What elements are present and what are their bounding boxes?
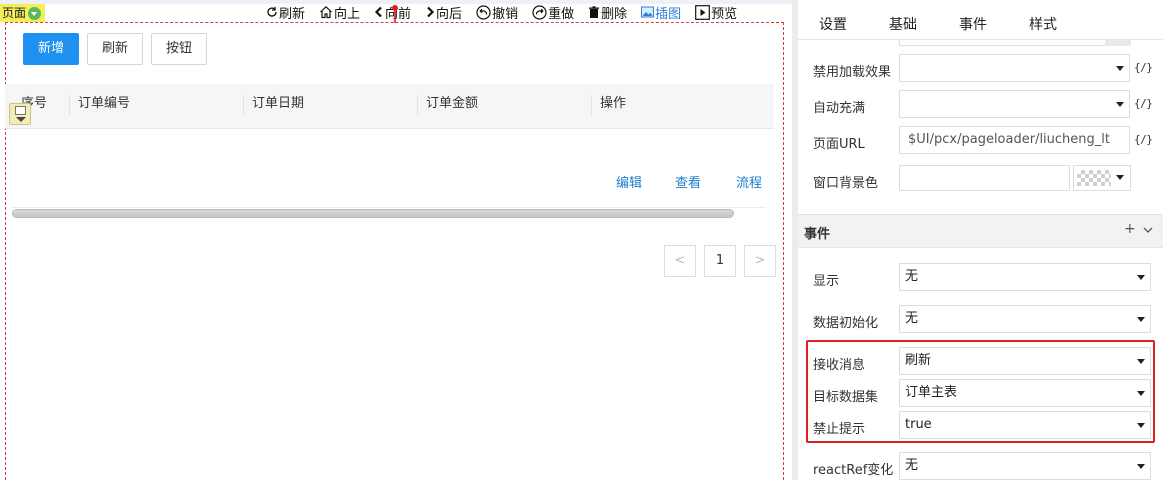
window-bg-input[interactable] xyxy=(899,165,1070,191)
toolbar-refresh-button[interactable]: 刷新 xyxy=(266,3,305,22)
horizontal-scrollbar[interactable] xyxy=(12,209,734,218)
auto-fill-label: 自动充满 xyxy=(813,101,866,116)
page-url-label: 页面URL xyxy=(813,137,865,152)
design-editor: 页面 刷新 向上 向前 向后 撤销 重做 删除 插图 预览 新增 刷新 按钮 序… xyxy=(0,0,792,480)
tab-basic[interactable]: 基础 xyxy=(889,14,917,34)
color-picker-button[interactable] xyxy=(1073,165,1131,191)
tab-style[interactable]: 样式 xyxy=(1029,14,1057,34)
event-show-label: 显示 xyxy=(813,274,840,289)
property-panel: 设置 基础 事件 样式 禁用加载效果 {/} 自动充满 {/} 页面URL $U… xyxy=(798,0,1163,480)
disable-loading-expression-button[interactable]: {/} xyxy=(1134,61,1153,74)
edit-link[interactable]: 编辑 xyxy=(616,172,642,191)
toolbar-preview-button[interactable]: 预览 xyxy=(695,3,737,22)
event-data-init-label: 数据初始化 xyxy=(813,316,879,331)
column-divider xyxy=(591,95,592,115)
panel-tabs: 设置 基础 事件 样式 xyxy=(798,0,1163,40)
component-handle-icon[interactable] xyxy=(9,103,31,125)
column-header-order-date[interactable]: 订单日期 xyxy=(252,84,304,129)
redo-icon xyxy=(532,4,547,20)
pager-next-button[interactable]: > xyxy=(744,245,776,277)
event-receive-message-label: 接收消息 xyxy=(813,358,866,373)
events-section-title: 事件 xyxy=(804,227,831,242)
toolbar-redo-button[interactable]: 重做 xyxy=(532,3,574,22)
refresh-icon xyxy=(267,7,277,17)
event-receive-message-select[interactable]: 刷新 xyxy=(899,347,1151,375)
tab-events[interactable]: 事件 xyxy=(959,14,987,34)
pager-prev-button[interactable]: < xyxy=(664,245,696,277)
view-link[interactable]: 查看 xyxy=(675,172,701,191)
column-header-actions[interactable]: 操作 xyxy=(600,84,626,129)
grid-header: 序号 订单编号 订单日期 订单金额 操作 xyxy=(5,84,774,129)
page-selector-label: 页面 xyxy=(2,6,27,20)
refresh-button[interactable]: 刷新 xyxy=(87,33,144,65)
window-bg-label: 窗口背景色 xyxy=(813,176,879,191)
button-bar: 新增 刷新 按钮 xyxy=(23,33,215,65)
toolbar-delete-button[interactable]: 删除 xyxy=(588,3,627,22)
event-data-init-select[interactable]: 无 xyxy=(899,305,1151,333)
clipped-button xyxy=(1105,40,1131,46)
collapse-chevron-icon[interactable] xyxy=(1143,225,1153,235)
auto-fill-expression-button[interactable]: {/} xyxy=(1134,97,1153,110)
clipped-field xyxy=(899,40,1130,46)
event-target-dataset-label: 目标数据集 xyxy=(813,390,879,405)
disable-loading-label: 禁用加载效果 xyxy=(813,65,892,80)
page-url-expression-button[interactable]: {/} xyxy=(1134,133,1153,146)
row-divider xyxy=(12,207,766,208)
auto-fill-select[interactable] xyxy=(899,90,1130,118)
trash-icon xyxy=(589,5,600,18)
events-section-header[interactable]: 事件 + xyxy=(798,214,1163,248)
process-link[interactable]: 流程 xyxy=(736,172,762,191)
column-divider xyxy=(417,95,418,115)
event-react-ref-select[interactable]: 无 xyxy=(899,452,1151,480)
column-divider xyxy=(69,95,70,115)
toolbar-undo-button[interactable]: 撤销 xyxy=(476,3,518,22)
image-icon xyxy=(641,6,655,18)
play-icon xyxy=(695,4,711,20)
chevron-left-icon xyxy=(374,6,382,18)
tab-settings[interactable]: 设置 xyxy=(819,14,847,34)
toolbar-image-button[interactable]: 插图 xyxy=(641,3,681,22)
editor-toolbar: 刷新 向上 向前 向后 撤销 重做 删除 插图 预览 xyxy=(266,3,751,22)
add-button[interactable]: 新增 xyxy=(23,33,80,65)
toolbar-up-button[interactable]: 向上 xyxy=(319,3,360,22)
event-react-ref-label: reactRef变化 xyxy=(813,463,894,478)
event-suppress-tip-label: 禁止提示 xyxy=(813,422,866,437)
undo-icon xyxy=(476,4,491,20)
column-header-order-no[interactable]: 订单编号 xyxy=(78,84,130,129)
event-target-dataset-select[interactable]: 订单主表 xyxy=(899,379,1151,407)
disable-loading-select[interactable] xyxy=(899,54,1130,82)
toolbar-back-button[interactable]: 向后 xyxy=(425,3,462,22)
generic-button[interactable]: 按钮 xyxy=(151,33,208,65)
page-url-input[interactable]: $UI/pcx/pageloader/liucheng_lt xyxy=(899,126,1130,154)
column-header-order-amount[interactable]: 订单金额 xyxy=(426,84,478,129)
transparent-swatch-icon xyxy=(1077,170,1111,186)
dropdown-caret-icon xyxy=(28,6,42,20)
column-divider xyxy=(243,95,244,115)
event-suppress-tip-select[interactable]: true xyxy=(899,411,1151,439)
add-event-icon[interactable]: + xyxy=(1124,221,1136,237)
pager-page-1[interactable]: 1 xyxy=(704,245,736,277)
home-up-icon xyxy=(320,5,332,19)
chevron-right-icon xyxy=(427,6,435,18)
insert-marker-icon xyxy=(392,5,398,23)
event-show-select[interactable]: 无 xyxy=(899,263,1151,291)
chevron-down-icon xyxy=(1116,175,1124,180)
page-selector[interactable]: 页面 xyxy=(0,4,46,22)
